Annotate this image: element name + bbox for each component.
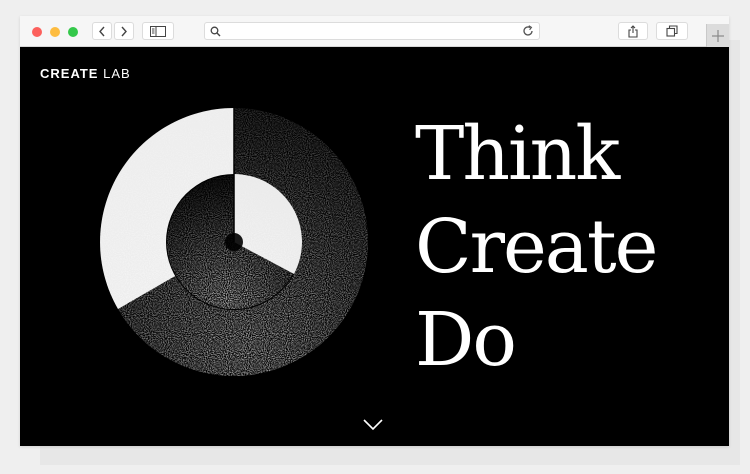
minimize-window-button[interactable] bbox=[50, 27, 60, 37]
back-button[interactable] bbox=[92, 22, 112, 40]
browser-toolbar bbox=[20, 16, 729, 47]
sidebar-icon bbox=[150, 25, 166, 37]
plus-icon bbox=[712, 29, 724, 42]
share-button[interactable] bbox=[618, 22, 648, 40]
headline-line-do: Do bbox=[415, 297, 517, 383]
show-tabs-button[interactable] bbox=[656, 22, 688, 40]
chevron-down-icon[interactable] bbox=[362, 418, 384, 432]
logo-bold-text: CREATE bbox=[40, 66, 99, 81]
headline-line-create: Create bbox=[415, 204, 658, 290]
chevron-left-icon bbox=[99, 26, 105, 36]
logo-light-text: LAB bbox=[103, 66, 131, 81]
reload-icon[interactable] bbox=[522, 25, 534, 37]
tabs-icon bbox=[666, 25, 678, 37]
new-tab-button[interactable] bbox=[706, 24, 729, 47]
browser-window: CREATE LAB Think Create Do bbox=[20, 16, 729, 446]
sidebar-button[interactable] bbox=[142, 22, 174, 40]
headline-line-think: Think bbox=[415, 111, 620, 197]
chevron-right-icon bbox=[121, 26, 127, 36]
grain-ring-artwork bbox=[100, 108, 368, 376]
share-icon bbox=[628, 24, 638, 38]
site-logo[interactable]: CREATE LAB bbox=[40, 66, 131, 81]
search-icon bbox=[210, 26, 221, 37]
zoom-window-button[interactable] bbox=[68, 27, 78, 37]
hero-headline: Think Create Do bbox=[415, 108, 658, 387]
forward-button[interactable] bbox=[114, 22, 134, 40]
close-window-button[interactable] bbox=[32, 27, 42, 37]
address-bar[interactable] bbox=[204, 22, 540, 40]
